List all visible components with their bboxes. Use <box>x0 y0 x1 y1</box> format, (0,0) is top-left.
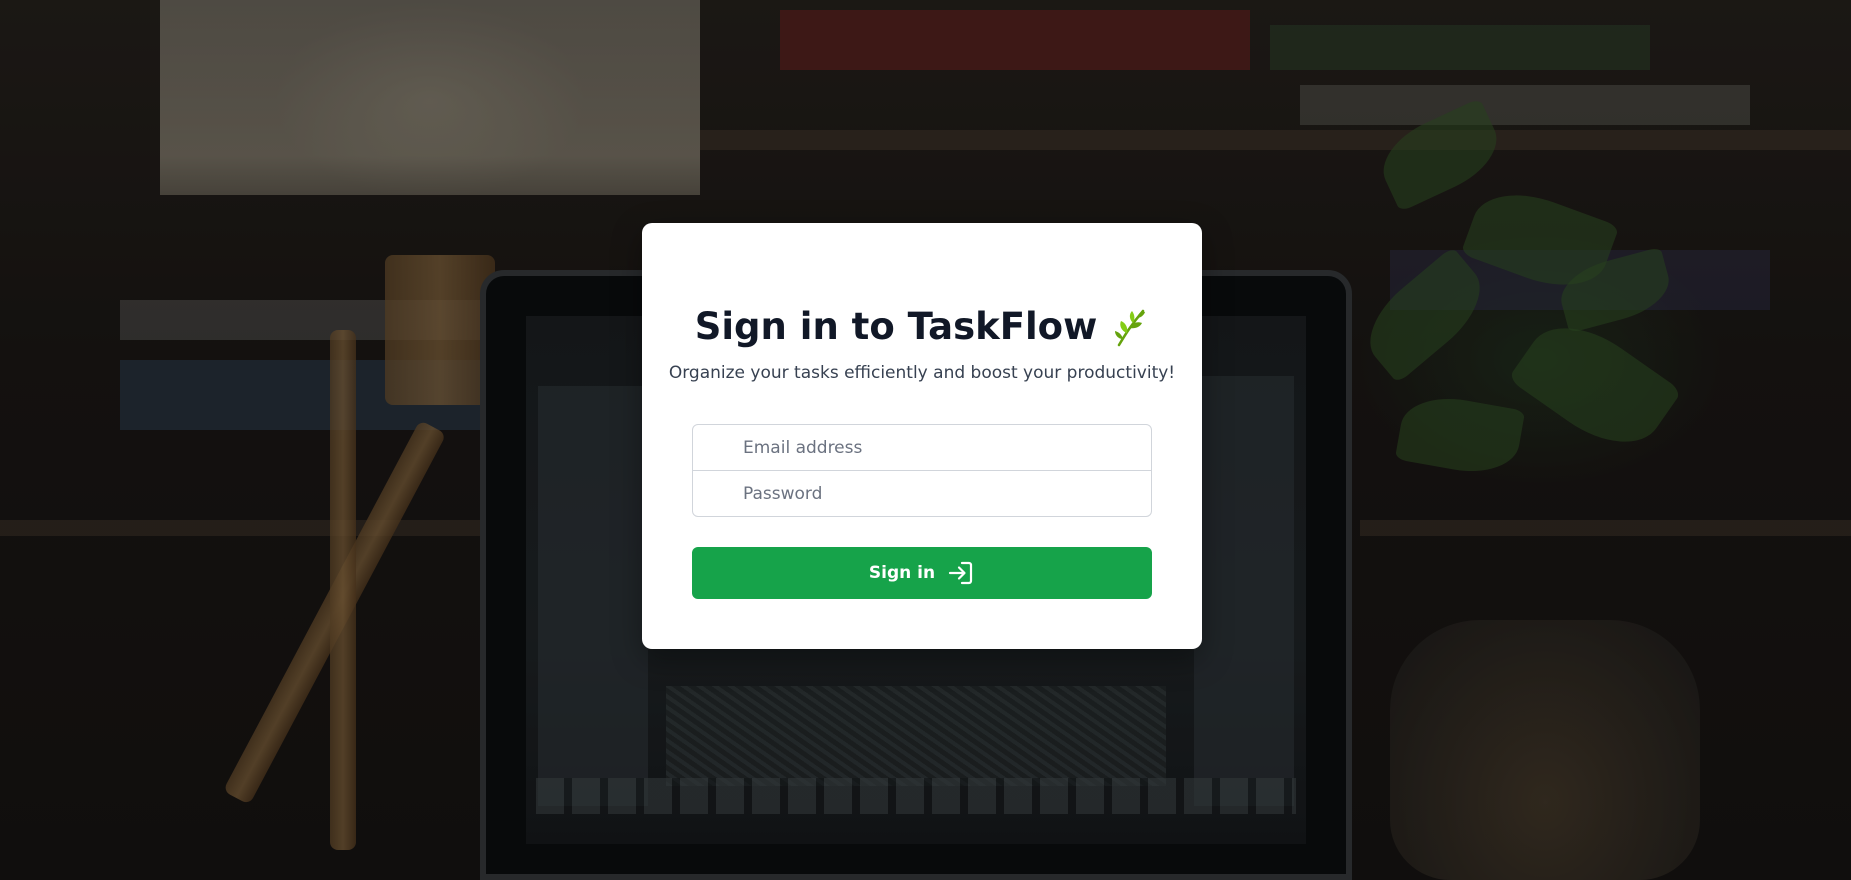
sign-in-button-label: Sign in <box>868 563 936 583</box>
sign-in-card: Sign in to TaskFlow Organize your tasks … <box>642 223 1202 649</box>
email-field[interactable] <box>693 425 1151 470</box>
sign-in-button[interactable]: Sign in <box>692 547 1152 599</box>
subtitle: Organize your tasks efficiently and boos… <box>668 363 1176 383</box>
sign-in-arrow-icon <box>947 559 975 587</box>
credentials-group <box>692 424 1152 517</box>
page-title: Sign in to TaskFlow <box>694 305 1098 348</box>
title-row: Sign in to TaskFlow <box>642 305 1202 348</box>
password-field[interactable] <box>693 471 1151 516</box>
leaf-icon <box>1113 307 1149 347</box>
